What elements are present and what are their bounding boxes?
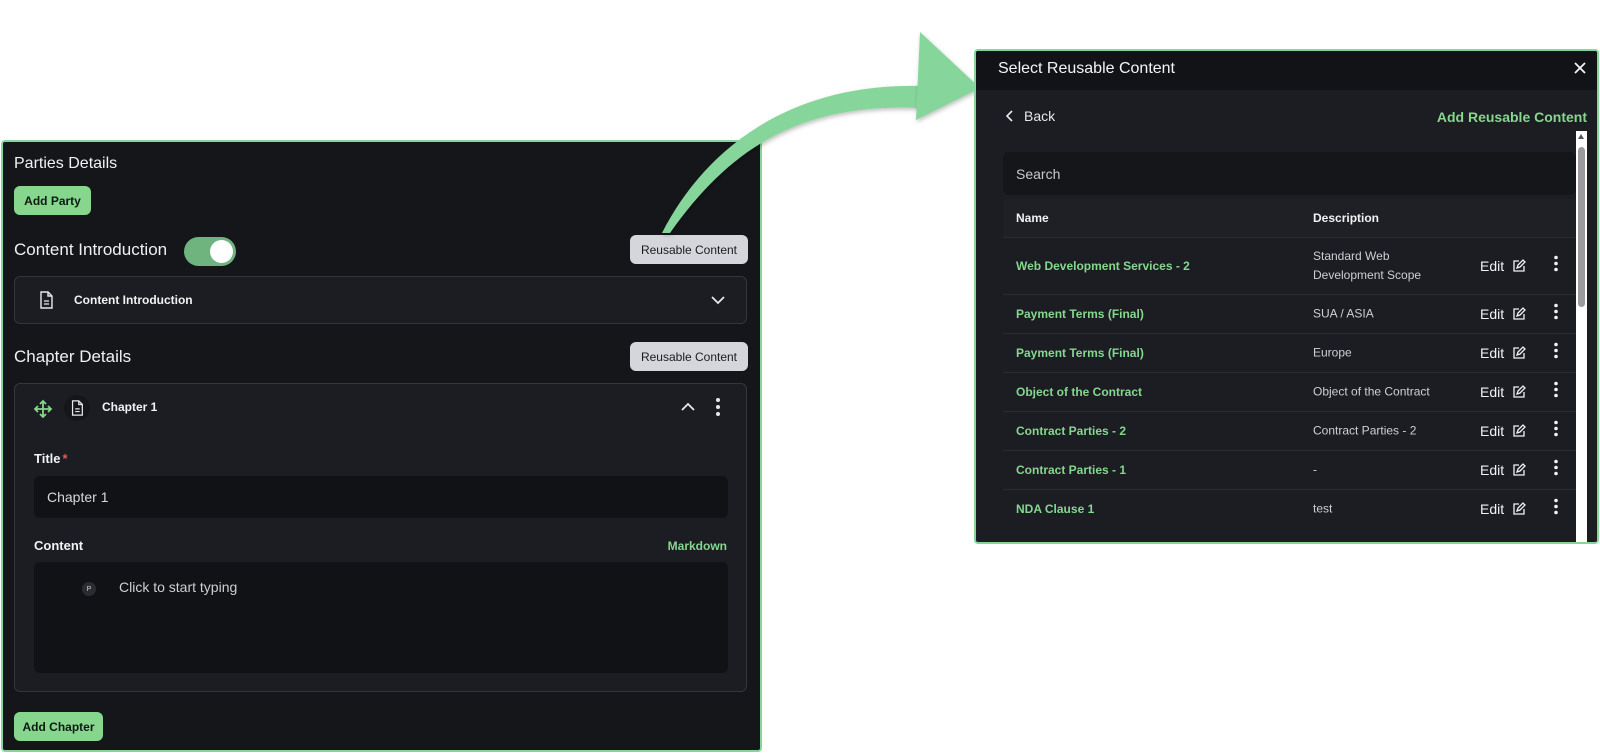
row-description: Object of the Contract: [1313, 384, 1430, 399]
row-description: Contract Parties - 2: [1313, 423, 1417, 438]
table-row[interactable]: Contract Parties - 2 Contract Parties - 2…: [1003, 411, 1576, 450]
chapter-reusable-content-button[interactable]: Reusable Content: [630, 342, 748, 371]
add-party-button[interactable]: Add Party: [14, 186, 91, 215]
add-chapter-button[interactable]: Add Chapter: [14, 712, 103, 741]
edit-button[interactable]: Edit: [1480, 384, 1527, 400]
title-label-text: Title: [34, 451, 61, 466]
markdown-toggle-link[interactable]: Markdown: [668, 539, 727, 553]
more-options-icon[interactable]: [1553, 342, 1559, 365]
edit-icon: [1513, 502, 1527, 515]
modal-title: Select Reusable Content: [998, 60, 1175, 77]
edit-label: Edit: [1480, 258, 1505, 274]
edit-button[interactable]: Edit: [1480, 423, 1527, 439]
edit-icon: [1513, 463, 1527, 476]
chapter-label: Chapter 1: [102, 400, 158, 414]
move-icon[interactable]: [33, 399, 53, 424]
scrollbar[interactable]: [1576, 131, 1587, 542]
table-row[interactable]: Object of the Contract Object of the Cont…: [1003, 372, 1576, 411]
row-description: SUA / ASIA: [1313, 306, 1374, 321]
table-row[interactable]: Contract Parties - 1 - Edit: [1003, 450, 1576, 489]
content-field-label: Content: [34, 538, 84, 553]
scroll-thumb[interactable]: [1578, 147, 1585, 307]
document-icon: [64, 395, 90, 421]
edit-button[interactable]: Edit: [1480, 258, 1527, 274]
required-mark: *: [62, 451, 68, 466]
more-options-icon[interactable]: [1553, 381, 1559, 404]
content-editor[interactable]: P Click to start typing: [34, 562, 728, 673]
select-reusable-content-modal: Select Reusable Content Back Add Reusabl…: [974, 49, 1599, 544]
row-description: Europe: [1313, 345, 1352, 360]
row-name[interactable]: Contract Parties - 1: [1016, 463, 1126, 477]
more-options-icon[interactable]: [1553, 459, 1559, 482]
pointer-arrow: [662, 32, 980, 233]
edit-label: Edit: [1480, 345, 1505, 361]
row-description: Standard Web Development Scope: [1313, 249, 1422, 282]
content-introduction-toggle[interactable]: [184, 237, 236, 266]
edit-label: Edit: [1480, 501, 1505, 517]
row-name[interactable]: Contract Parties - 2: [1016, 424, 1126, 438]
row-name[interactable]: Object of the Contract: [1016, 385, 1142, 399]
table-row[interactable]: Web Development Services - 2 Standard Web…: [1003, 237, 1576, 294]
content-introduction-accordion[interactable]: Content Introduction: [14, 276, 747, 324]
edit-icon: [1513, 259, 1527, 272]
chevron-left-icon: [1006, 110, 1013, 122]
row-name[interactable]: Payment Terms (Final): [1016, 346, 1144, 360]
edit-label: Edit: [1480, 423, 1505, 439]
table-row[interactable]: Payment Terms (Final) Europe Edit: [1003, 333, 1576, 372]
document-icon: [37, 290, 55, 315]
modal-header: Select Reusable Content: [976, 51, 1597, 90]
chevron-down-icon[interactable]: [710, 293, 726, 311]
edit-button[interactable]: Edit: [1480, 501, 1527, 517]
paragraph-badge: P: [82, 582, 96, 596]
content-introduction-title: Content Introduction: [14, 240, 168, 259]
back-button[interactable]: Back: [1006, 108, 1055, 124]
back-label: Back: [1024, 108, 1056, 124]
add-reusable-content-button[interactable]: Add Reusable Content: [1437, 109, 1587, 125]
edit-label: Edit: [1480, 306, 1505, 322]
table-row[interactable]: Payment Terms (Final) SUA / ASIA Edit: [1003, 294, 1576, 333]
scroll-up-arrow[interactable]: [1578, 134, 1584, 139]
chapter-card: Chapter 1 Title* Content Markdown P Clic…: [14, 383, 747, 692]
table-body: Web Development Services - 2 Standard Web…: [1003, 237, 1576, 528]
more-options-icon[interactable]: [715, 397, 721, 422]
row-name[interactable]: Web Development Services - 2: [1016, 259, 1190, 273]
table-header: Name Description: [1003, 199, 1576, 237]
search-input[interactable]: [1003, 152, 1576, 195]
row-name[interactable]: Payment Terms (Final): [1016, 307, 1144, 321]
edit-icon: [1513, 346, 1527, 359]
table-row[interactable]: NDA Clause 1 test Edit: [1003, 489, 1576, 528]
chevron-up-icon[interactable]: [680, 400, 696, 418]
title-field-label: Title *: [34, 451, 68, 466]
row-description: test: [1313, 501, 1333, 516]
column-header-description: Description: [1313, 211, 1380, 225]
edit-icon: [1513, 307, 1527, 320]
edit-label: Edit: [1480, 462, 1505, 478]
row-description: -: [1313, 462, 1317, 477]
edit-icon: [1513, 385, 1527, 398]
more-options-icon[interactable]: [1553, 303, 1559, 326]
chapter-details-title: Chapter Details: [14, 347, 132, 366]
row-name[interactable]: NDA Clause 1: [1016, 502, 1094, 516]
reusable-content-table: Name Description Web Development Service…: [1003, 199, 1576, 528]
accordion-label: Content Introduction: [74, 293, 193, 307]
chapter-title-input[interactable]: [34, 476, 728, 518]
more-options-icon[interactable]: [1553, 498, 1559, 521]
edit-icon: [1513, 424, 1527, 437]
more-options-icon[interactable]: [1553, 420, 1559, 443]
toggle-knob: [210, 240, 233, 263]
edit-label: Edit: [1480, 384, 1505, 400]
edit-button[interactable]: Edit: [1480, 345, 1527, 361]
edit-button[interactable]: Edit: [1480, 462, 1527, 478]
parties-details-title: Parties Details: [14, 155, 118, 172]
close-icon[interactable]: [1573, 61, 1587, 80]
editor-placeholder: Click to start typing: [119, 579, 238, 595]
edit-button[interactable]: Edit: [1480, 306, 1527, 322]
more-options-icon[interactable]: [1553, 255, 1559, 278]
column-header-name: Name: [1016, 211, 1049, 225]
